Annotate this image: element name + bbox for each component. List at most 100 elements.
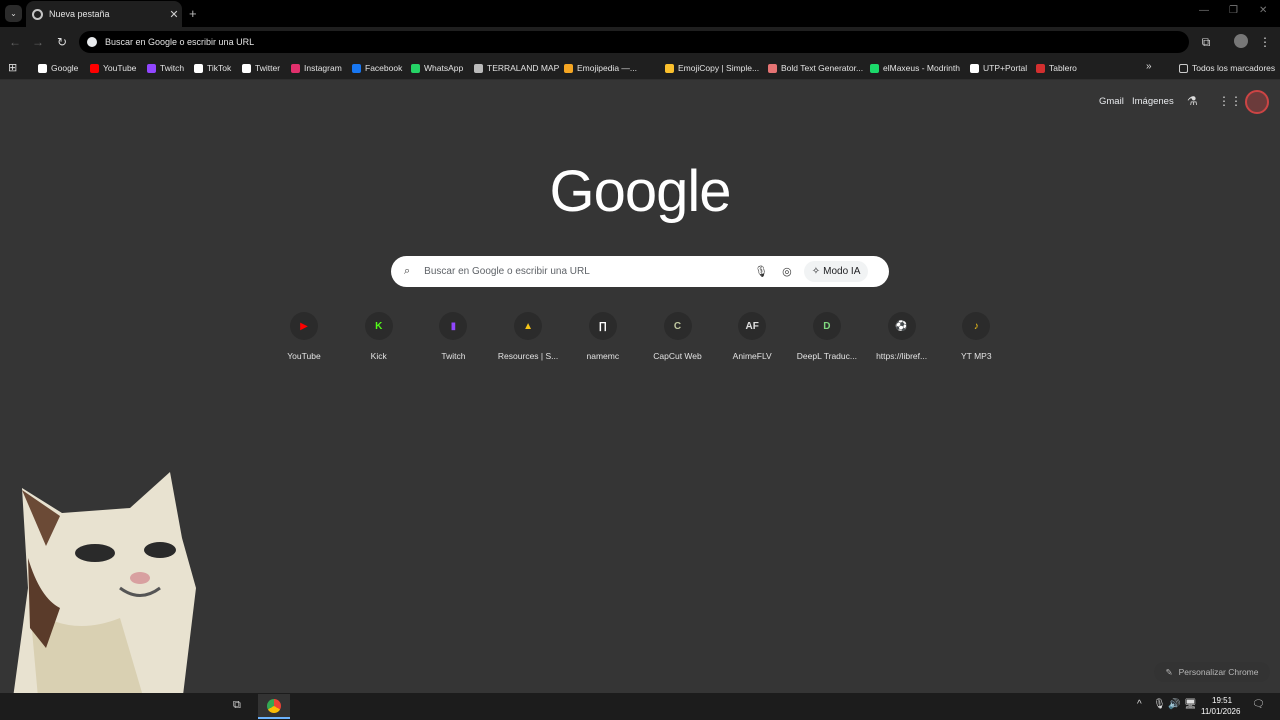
shortcut-label: DeepL Traduc... (796, 351, 857, 361)
bookmark-label: Twitter (255, 63, 281, 73)
close-window-icon[interactable]: ✕ (1259, 5, 1267, 16)
bookmark-item[interactable]: EmojiCopy | Simple... (665, 61, 759, 75)
bookmark-item[interactable]: Bold Text Generator... (768, 61, 863, 75)
all-bookmarks[interactable]: Todos los marcadores (1179, 61, 1275, 75)
taskbar: ⧉ ^ 🎙 🔊 🖥 19:51 11/01/2026 🗨 (0, 693, 1280, 720)
tab-new-tab[interactable]: Nueva pestaña ✕ (26, 1, 182, 27)
bookmark-favicon-icon (242, 63, 251, 73)
bookmark-label: TikTok (207, 63, 232, 73)
gmail-link[interactable]: Gmail (1099, 96, 1124, 107)
folder-icon (1179, 63, 1188, 73)
bookmark-label: elMaxeus - Modrinth (883, 63, 961, 73)
bookmark-label: Instagram (304, 63, 342, 73)
bookmark-item[interactable]: Google (38, 61, 78, 75)
bookmark-label: Bold Text Generator... (781, 63, 864, 73)
bookmark-label: Tablero (1049, 63, 1077, 73)
shortcut-tile[interactable]: D DeepL Traduc... (790, 312, 864, 361)
shortcut-tile[interactable]: ∏ namemc (566, 312, 640, 361)
tab-title: Nueva pestaña (49, 9, 110, 19)
shortcut-icon: ▲ (514, 312, 543, 340)
volume-icon[interactable]: 🔊 (1168, 699, 1180, 710)
notification-icon[interactable]: 🗨 (1252, 699, 1265, 710)
bookmark-label: Google (51, 63, 79, 73)
shortcut-tile[interactable]: ⚽ https://libref... (865, 312, 939, 361)
shortcut-label: namemc (586, 351, 620, 361)
ai-mode-button[interactable]: ✧ Modo IA (803, 261, 869, 282)
all-bookmarks-label: Todos los marcadores (1192, 63, 1276, 73)
bookmark-item[interactable]: elMaxeus - Modrinth (870, 61, 960, 75)
menu-icon[interactable]: ⋮ (1257, 34, 1273, 50)
account-avatar[interactable] (1245, 90, 1269, 114)
microphone-icon[interactable]: 🎙 (754, 265, 768, 278)
shortcut-tile[interactable]: ♪ YT MP3 (939, 312, 1013, 361)
profile-avatar[interactable] (1234, 34, 1248, 48)
images-link[interactable]: Imágenes (1132, 96, 1174, 107)
tray-chevron-icon[interactable]: ^ (1137, 699, 1142, 710)
shortcut-icon: ⚽ (887, 312, 916, 340)
shortcut-icon: C (663, 312, 692, 340)
bookmark-item[interactable]: Emojipedia —... (564, 61, 637, 75)
forward-icon[interactable]: → (30, 34, 46, 50)
back-icon[interactable]: ← (7, 34, 23, 50)
bookmark-item[interactable]: Twitter (242, 61, 280, 75)
bookmark-item[interactable]: TikTok (194, 61, 231, 75)
microphone-tray-icon[interactable]: 🎙 (1153, 699, 1166, 710)
customize-label: Personalizar Chrome (1178, 667, 1259, 677)
bookmark-item[interactable]: Tablero (1036, 61, 1077, 75)
bookmark-item[interactable]: Twitch (147, 61, 184, 75)
shortcut-tile[interactable]: K Kick (342, 312, 416, 361)
task-view-icon[interactable]: ⧉ (233, 699, 241, 712)
address-bar[interactable]: Buscar en Google o escribir una URL (79, 31, 1189, 53)
more-bookmarks-icon[interactable]: » (1146, 61, 1152, 72)
new-tab-button[interactable]: + (189, 6, 197, 21)
shortcut-tile[interactable]: ▲ Resources | S... (491, 312, 565, 361)
shortcut-tile[interactable]: ▮ Twitch (416, 312, 490, 361)
bookmark-label: WhatsApp (424, 63, 464, 73)
labs-icon[interactable]: ⚗ (1187, 94, 1198, 108)
bookmark-label: Facebook (365, 63, 403, 73)
bookmark-item[interactable]: YouTube (90, 61, 136, 75)
bookmark-favicon-icon (768, 63, 777, 73)
shortcut-label: Kick (370, 351, 387, 361)
pencil-icon: ✎ (1165, 666, 1173, 677)
bookmark-favicon-icon (474, 63, 483, 73)
shortcut-tile[interactable]: ▶ YouTube (267, 312, 341, 361)
extensions-icon[interactable]: ⧉ (1198, 34, 1214, 50)
bookmark-label: Emojipedia —... (577, 63, 637, 73)
customize-chrome-button[interactable]: ✎ Personalizar Chrome (1154, 662, 1270, 682)
bookmark-favicon-icon (147, 63, 156, 73)
bookmarks-bar: ⊞ Google YouTube Twitch TikTok Twitter Instag… (0, 56, 1280, 80)
chrome-icon (267, 698, 281, 713)
tab-search-button[interactable]: ⌄ (5, 5, 22, 22)
chrome-taskbar-button[interactable] (258, 694, 290, 719)
shortcut-tile[interactable]: C CapCut Web (641, 312, 715, 361)
maximize-icon[interactable]: ❐ (1229, 5, 1238, 16)
shortcut-label: AnimeFLV (732, 351, 772, 361)
bookmark-label: YouTube (103, 63, 137, 73)
bookmark-item[interactable]: WhatsApp (411, 61, 463, 75)
address-bar-text: Buscar en Google o escribir una URL (105, 37, 255, 47)
toolbar: ← → ↻ Buscar en Google o escribir una UR… (0, 27, 1280, 56)
reload-icon[interactable]: ↻ (54, 34, 70, 50)
tab-strip: ⌄ Nueva pestaña ✕ + — ❐ ✕ (0, 0, 1280, 27)
shortcut-icon: D (812, 312, 841, 340)
bookmark-item[interactable]: Facebook (352, 61, 402, 75)
lens-icon[interactable]: ◎ (782, 265, 792, 278)
search-input[interactable] (424, 266, 745, 277)
network-icon[interactable]: 🖥 (1184, 699, 1197, 710)
clock-time[interactable]: 19:51 (1212, 696, 1232, 705)
bookmark-item[interactable]: UTP+Portal (970, 61, 1027, 75)
google-apps-icon[interactable]: ⋮⋮ (1218, 94, 1242, 108)
shortcut-icon: ▶ (290, 312, 318, 340)
bookmark-favicon-icon (411, 63, 420, 73)
close-tab-icon[interactable]: ✕ (166, 8, 182, 21)
clock-date[interactable]: 11/01/2026 (1201, 707, 1240, 716)
bookmark-item[interactable]: TERRALAND MAP (474, 61, 559, 75)
bookmark-favicon-icon (352, 63, 361, 73)
shortcut-label: https://libref... (876, 351, 928, 361)
minimize-icon[interactable]: — (1199, 5, 1209, 16)
shortcut-tile[interactable]: AF AnimeFLV (715, 312, 789, 361)
bookmark-favicon-icon (90, 63, 99, 73)
apps-grid-icon[interactable]: ⊞ (8, 61, 17, 74)
bookmark-item[interactable]: Instagram (291, 61, 342, 75)
